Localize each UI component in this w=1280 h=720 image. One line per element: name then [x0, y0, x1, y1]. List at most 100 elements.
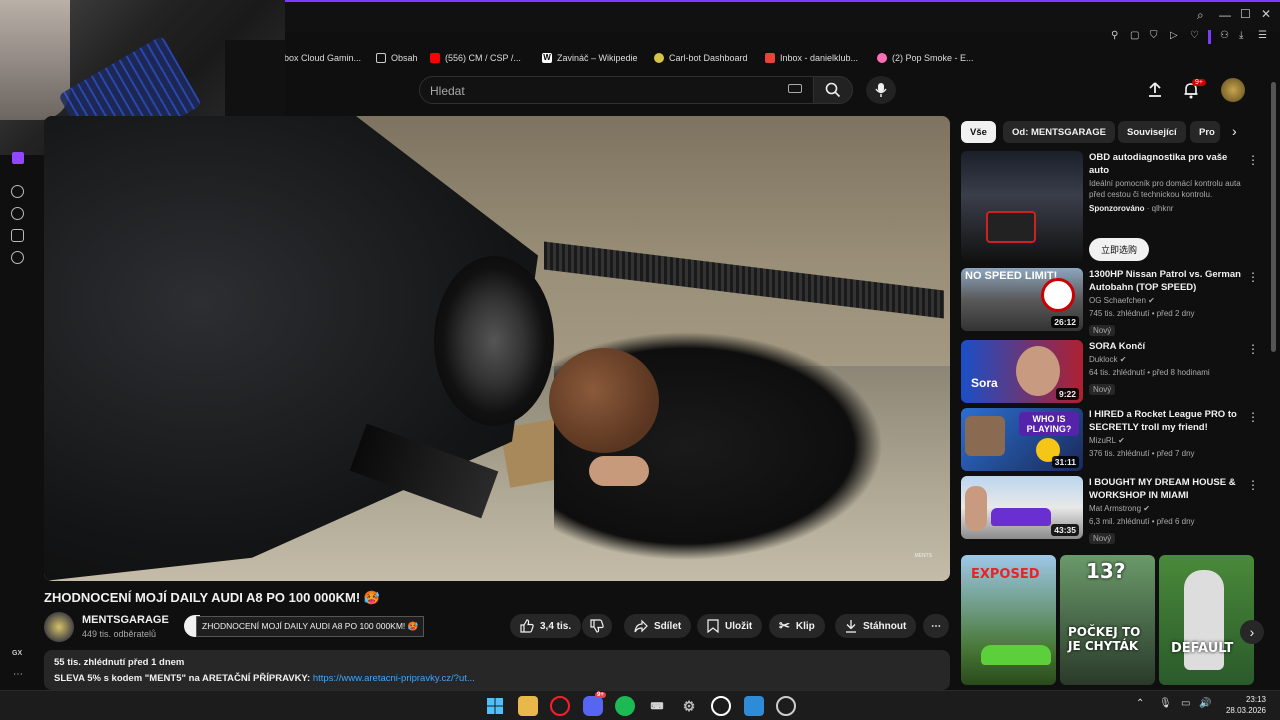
short-item[interactable]: DEFAULT [1159, 555, 1254, 685]
more-actions-button[interactable]: ⋯ [923, 614, 949, 638]
chip-all[interactable]: Vše [961, 121, 996, 143]
screenshot-icon[interactable]: ▢ [1130, 30, 1139, 41]
network-icon[interactable]: ▭ [1181, 698, 1190, 709]
gx-label[interactable]: GX [12, 650, 22, 657]
short-item[interactable]: EXPOSED [961, 555, 1056, 685]
spotify-icon[interactable] [615, 696, 635, 716]
like-button[interactable]: 3,4 tis. [510, 614, 582, 638]
share-button[interactable]: Sdílet [624, 614, 692, 638]
video-thumbnail[interactable]: 43:35 [961, 476, 1083, 539]
video-duration: 26:12 [1051, 316, 1079, 328]
minimize-icon[interactable]: — [1219, 8, 1231, 22]
voice-search-button[interactable] [866, 76, 896, 104]
play-icon[interactable]: ▷ [1170, 30, 1178, 41]
gear-icon[interactable] [11, 251, 24, 264]
upload-button[interactable] [1146, 81, 1164, 104]
opera-gx-icon[interactable] [550, 696, 570, 716]
app-icon[interactable] [776, 696, 796, 716]
more-vert-icon[interactable]: ⋮ [1247, 478, 1259, 492]
discord-icon[interactable]: 9+ [583, 692, 606, 716]
upload-icon [1149, 82, 1161, 97]
microphone-icon[interactable]: 🎙 [1159, 698, 1172, 709]
video-frame-arm [589, 456, 649, 486]
clip-button[interactable]: ✂ Klip [769, 614, 825, 638]
ad-card[interactable]: OBD autodiagnostika pro vaše auto Ideáln… [961, 151, 1261, 263]
more-vert-icon[interactable]: ⋮ [1247, 410, 1259, 424]
close-icon[interactable]: ✕ [1261, 7, 1271, 21]
recommendation-item[interactable]: Sora 9:22 SORA Končí Duklock ✔ 64 tis. z… [961, 340, 1261, 404]
short-item[interactable]: 13? POČKEJ TO JE CHYTÁK [1060, 555, 1155, 685]
download-button[interactable]: Stáhnout [835, 614, 917, 638]
speed-sign-image [1041, 278, 1075, 312]
time-label: 23:13 [1245, 695, 1266, 704]
bookmark-item[interactable]: Carl-bot Dashboard [654, 48, 748, 68]
description-box[interactable]: 55 tis. zhlédnutí před 1 dnem SLEVA 5% s… [44, 650, 950, 690]
recommendation-title[interactable]: SORA Končí [1089, 340, 1244, 353]
bookmark-item[interactable]: box Cloud Gamin... [284, 48, 361, 68]
scrollbar[interactable] [1270, 70, 1278, 690]
twitch-icon[interactable] [12, 152, 24, 164]
app-icon[interactable]: ⌨ [647, 696, 667, 716]
chip-related[interactable]: Související [1118, 121, 1186, 143]
file-explorer-icon[interactable] [518, 696, 538, 716]
ad-cta-button[interactable]: 立即选购 [1089, 238, 1150, 261]
new-badge: Nový [1089, 325, 1116, 336]
gx-corner-icon[interactable]: ⚇ [1220, 30, 1229, 41]
save-button[interactable]: Uložit [697, 614, 763, 638]
recommendation-title[interactable]: I BOUGHT MY DREAM HOUSE & WORKSHOP IN MI… [1089, 476, 1244, 502]
chevron-up-icon[interactable]: ⌃ [1136, 698, 1144, 709]
chevron-right-icon[interactable]: › [1232, 123, 1237, 139]
pin-icon[interactable]: ⚲ [1111, 30, 1118, 41]
extensions-icon[interactable] [11, 229, 24, 242]
gear-icon[interactable]: ⚙ [679, 696, 699, 716]
description-link[interactable]: https://www.aretacni-pripravky.cz/?ut... [313, 673, 475, 684]
heart-icon[interactable]: ♡ [1190, 30, 1199, 41]
video-thumbnail[interactable]: WHO IS PLAYING? 31:11 [961, 408, 1083, 471]
recommendation-title[interactable]: I HIRED a Rocket League PRO to SECRETLY … [1089, 408, 1244, 434]
maximize-icon[interactable]: ☐ [1240, 7, 1251, 21]
more-vert-icon[interactable]: ⋮ [1247, 153, 1259, 167]
left-rail: GX ⋯ [0, 150, 36, 690]
download-icon[interactable]: ⤓ [1239, 30, 1243, 41]
faceit-icon[interactable] [744, 696, 764, 716]
keyboard-icon[interactable] [788, 84, 802, 93]
scrollbar-thumb[interactable] [1271, 82, 1276, 352]
video-thumbnail[interactable]: NO SPEED LIMIT! 26:12 [961, 268, 1083, 331]
menu-icon[interactable]: ☰ [1258, 30, 1267, 41]
bookmark-item[interactable]: W Zavináč – Wikipedie [542, 48, 638, 68]
notifications-button[interactable]: 9+ [1182, 79, 1206, 104]
bookmark-item[interactable]: (2) Pop Smoke - E... [877, 48, 974, 68]
chip-for-you[interactable]: Pro [1190, 121, 1220, 143]
play-icon[interactable] [11, 185, 24, 198]
more-icon[interactable]: ⋯ [13, 669, 23, 680]
start-icon[interactable] [485, 696, 505, 716]
recommendation-title[interactable]: 1300HP Nissan Patrol vs. German Autobahn… [1089, 268, 1244, 294]
channel-avatar[interactable] [44, 612, 74, 642]
more-vert-icon[interactable]: ⋮ [1247, 342, 1259, 356]
history-icon[interactable] [11, 207, 24, 220]
recommendation-item[interactable]: NO SPEED LIMIT! 26:12 1300HP Nissan Patr… [961, 268, 1261, 336]
ad-thumbnail[interactable] [961, 151, 1083, 262]
search-input[interactable]: Hledat [419, 76, 814, 104]
bookmark-item[interactable]: Obsah [376, 48, 418, 68]
bookmark-item[interactable]: (556) CM / CSP /... [430, 48, 521, 68]
shorts-next-button[interactable]: › [1240, 620, 1264, 644]
search-button[interactable] [813, 76, 853, 104]
recommendation-item[interactable]: 43:35 I BOUGHT MY DREAM HOUSE & WORKSHOP… [961, 476, 1261, 544]
recommendation-item[interactable]: WHO IS PLAYING? 31:11 I HIRED a Rocket L… [961, 408, 1261, 472]
avatar[interactable] [1221, 78, 1245, 102]
video-thumbnail[interactable]: Sora 9:22 [961, 340, 1083, 403]
more-vert-icon[interactable]: ⋮ [1247, 270, 1259, 284]
volume-icon[interactable]: 🔊 [1199, 698, 1211, 709]
search-icon[interactable]: ⌕ [1197, 8, 1204, 23]
obs-icon[interactable] [711, 696, 731, 716]
shield-icon[interactable]: ⛉ [1150, 30, 1158, 41]
video-player[interactable]: MENTS [44, 116, 950, 581]
dislike-button[interactable] [582, 614, 612, 638]
channel-name[interactable]: MENTSGARAGE [82, 614, 169, 626]
bookmark-item[interactable]: Inbox - danielklub... [765, 48, 858, 68]
ad-title[interactable]: OBD autodiagnostika pro vaše auto [1089, 151, 1244, 177]
clock[interactable]: 23:13 28.03.2026 [1226, 694, 1266, 716]
chip-channel[interactable]: Od: MENTSGARAGE [1003, 121, 1115, 143]
recommendation-channel: Mat Armstrong ✔ [1089, 504, 1150, 513]
